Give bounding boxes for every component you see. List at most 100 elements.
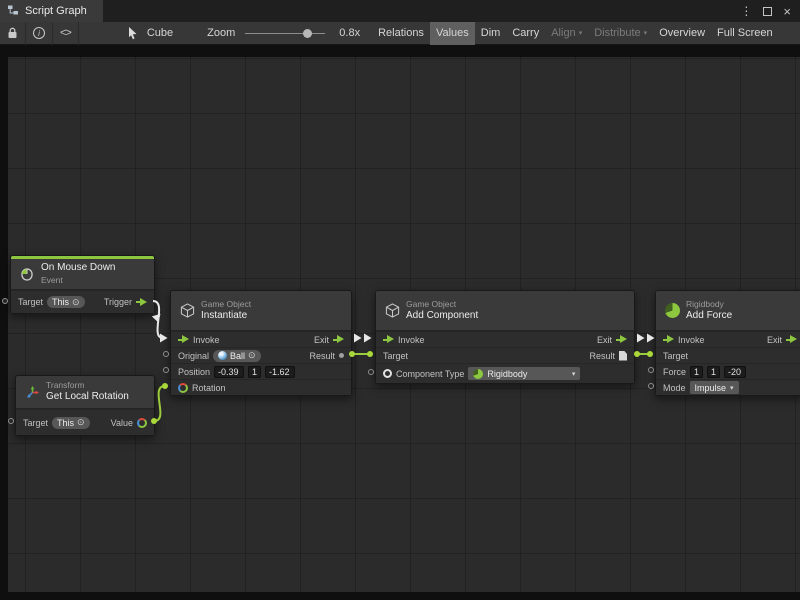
value-port-label: Value: [111, 418, 133, 428]
node-on-mouse-down[interactable]: On Mouse DownEvent Target This⊙ Trigger: [10, 255, 155, 314]
transform-icon: [24, 386, 40, 399]
position-z-field[interactable]: -1.62: [265, 366, 295, 378]
target-port-label: Target: [383, 351, 408, 361]
graph-target-label: Cube: [145, 27, 175, 39]
button-label: Full Screen: [717, 27, 773, 39]
port-row: Mode Impulse ▾: [656, 379, 800, 395]
rigidbody-icon: [664, 303, 680, 318]
target-object-chip[interactable]: This⊙: [47, 296, 85, 308]
original-object-chip[interactable]: Ball⊙: [213, 350, 261, 362]
invoke-flow-port[interactable]: [663, 335, 674, 344]
exit-port-label: Exit: [314, 335, 329, 345]
result-port[interactable]: [339, 353, 344, 358]
force-x-field[interactable]: 1: [690, 366, 703, 378]
canvas-boundary-left: [0, 45, 8, 600]
button-label: Overview: [659, 27, 705, 39]
align-button[interactable]: Align ▾: [545, 22, 588, 45]
position-y-field[interactable]: 1: [248, 366, 261, 378]
chevron-down-icon: ▾: [644, 29, 648, 37]
zoom-slider-track: [245, 33, 325, 35]
node-category: Rigidbody: [686, 299, 732, 310]
force-y-field[interactable]: 1: [707, 366, 720, 378]
fullscreen-button[interactable]: Full Screen: [711, 22, 779, 45]
component-result-icon: [619, 351, 627, 361]
port-row: Target Result: [376, 347, 634, 363]
invoke-port-label: Invoke: [678, 335, 705, 345]
button-label: Values: [436, 27, 469, 39]
tab-script-graph[interactable]: Script Graph: [0, 0, 103, 22]
node-title: Add Force: [686, 310, 732, 323]
tab-title: Script Graph: [25, 5, 87, 17]
distribute-button[interactable]: Distribute ▾: [588, 22, 653, 45]
node-header: On Mouse DownEvent: [11, 259, 154, 290]
component-type-label: Component Type: [396, 369, 464, 379]
maximize-icon[interactable]: [763, 7, 772, 16]
invoke-flow-port[interactable]: [383, 335, 394, 344]
invoke-flow-port[interactable]: [178, 335, 189, 344]
force-mode-dropdown[interactable]: Impulse ▾: [690, 381, 739, 394]
object-picker-icon[interactable]: ⊙: [77, 418, 85, 427]
original-port-label: Original: [178, 351, 209, 361]
exit-flow-port[interactable]: [333, 335, 344, 344]
object-picker-icon[interactable]: ⊙: [72, 298, 80, 307]
force-z-field[interactable]: -20: [724, 366, 746, 378]
node-add-component[interactable]: Game ObjectAdd Component Invoke Exit Tar…: [375, 290, 635, 384]
flow-row: Invoke Exit: [376, 331, 634, 347]
port-row: Position -0.39 1 -1.62: [171, 363, 351, 379]
button-label: Distribute: [594, 27, 640, 39]
cursor-icon: [119, 22, 145, 45]
zoom-slider[interactable]: [245, 22, 325, 45]
node-add-force[interactable]: RigidbodyAdd Force Invoke Exit Target Fo…: [655, 290, 800, 396]
target-port-label: Target: [23, 418, 48, 428]
info-icon[interactable]: i: [26, 22, 52, 45]
component-type-dropdown[interactable]: Rigidbody ▾: [468, 367, 580, 380]
trigger-flow-port[interactable]: [136, 298, 147, 307]
position-port-label: Position: [178, 367, 210, 377]
relations-button[interactable]: Relations: [372, 22, 430, 45]
carry-button[interactable]: Carry: [506, 22, 545, 45]
node-header: Game ObjectAdd Component: [376, 291, 634, 331]
exit-flow-port[interactable]: [786, 335, 797, 344]
canvas-boundary-top: [0, 45, 800, 57]
exit-port-label: Exit: [767, 335, 782, 345]
trigger-port-label: Trigger: [104, 297, 132, 307]
dim-button[interactable]: Dim: [475, 22, 507, 45]
port-row: Target This⊙ Trigger: [11, 290, 154, 313]
chip-label: Ball: [230, 351, 245, 361]
code-icon[interactable]: <>: [53, 22, 78, 45]
node-instantiate[interactable]: Game ObjectInstantiate Invoke Exit Origi…: [170, 290, 352, 396]
ball-prefab-icon: [218, 351, 227, 360]
position-x-field[interactable]: -0.39: [214, 366, 244, 378]
target-port-label: Target: [663, 351, 688, 361]
zoom-slider-handle[interactable]: [303, 29, 312, 38]
graph-tab-icon: [7, 4, 19, 19]
type-port-ring[interactable]: [383, 369, 392, 378]
node-get-local-rotation[interactable]: TransformGet Local Rotation Target This⊙…: [15, 375, 155, 436]
chevron-down-icon: ▾: [579, 29, 583, 37]
script-graph-window: Script Graph ⋮ × i <> Cube Zoom 0.8x Rel…: [0, 0, 800, 600]
node-title: Get Local Rotation: [46, 391, 129, 404]
result-port-label: Result: [309, 351, 335, 361]
close-icon[interactable]: ×: [783, 4, 791, 19]
port-row: Target: [656, 347, 800, 363]
exit-flow-port[interactable]: [616, 335, 627, 344]
target-object-chip[interactable]: This⊙: [52, 417, 90, 429]
exit-port-label: Exit: [597, 335, 612, 345]
rotation-type-icon: [137, 418, 147, 428]
button-label: Carry: [512, 27, 539, 39]
lock-icon[interactable]: [0, 22, 25, 45]
info-glyph: i: [33, 27, 45, 39]
divider: [78, 22, 79, 45]
window-menu-icon[interactable]: ⋮: [740, 4, 752, 18]
chip-label: This: [52, 297, 69, 307]
button-label: Align: [551, 27, 575, 39]
titlebar: Script Graph ⋮ ×: [0, 0, 800, 22]
target-port-label: Target: [18, 297, 43, 307]
values-button[interactable]: Values: [430, 22, 475, 45]
invoke-port-label: Invoke: [398, 335, 425, 345]
overview-button[interactable]: Overview: [653, 22, 711, 45]
object-picker-icon[interactable]: ⊙: [248, 351, 256, 360]
mode-port-label: Mode: [663, 383, 686, 393]
zoom-value: 0.8x: [337, 27, 362, 39]
node-title: Instantiate: [201, 310, 251, 323]
